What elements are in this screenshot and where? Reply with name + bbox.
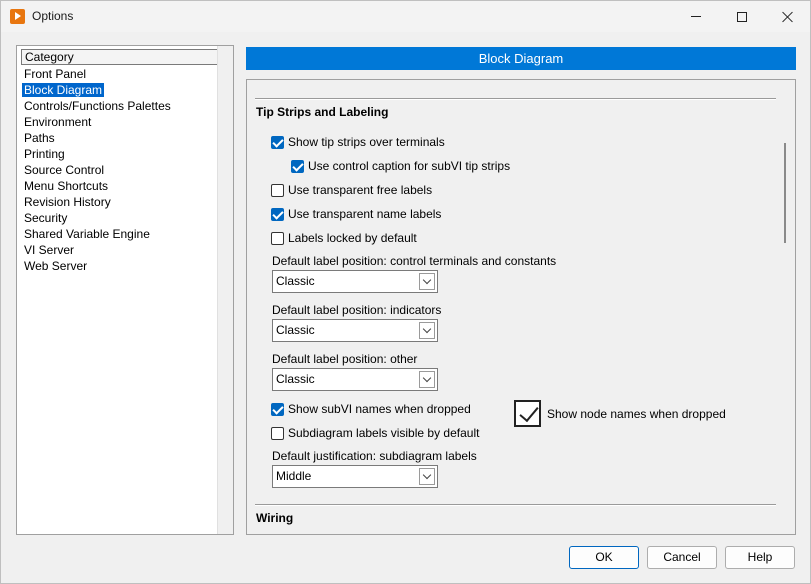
category-item[interactable]: Revision History — [21, 194, 218, 210]
other-position-select[interactable]: Classic — [272, 368, 438, 391]
settings-scrollbar-thumb[interactable] — [784, 143, 786, 243]
group-divider — [255, 504, 776, 506]
justification-value: Middle — [276, 469, 312, 483]
transparent-name-labels-label: Use transparent name labels — [288, 207, 442, 221]
category-item-label: Controls/Functions Palettes — [24, 99, 171, 113]
show-subvi-names-checkbox[interactable] — [271, 402, 284, 416]
category-item-label: Menu Shortcuts — [24, 179, 109, 193]
subdiagram-labels-visible-checkbox[interactable] — [271, 426, 284, 440]
cancel-button[interactable]: Cancel — [647, 546, 717, 569]
other-position-label: Default label position: other — [272, 352, 418, 366]
chevron-down-icon — [422, 373, 432, 383]
transparent-name-labels-option[interactable]: Use transparent name labels — [271, 206, 441, 222]
labels-locked-label: Labels locked by default — [288, 231, 417, 245]
group-title-tip-strips: Tip Strips and Labeling — [256, 105, 389, 119]
dropdown-button[interactable] — [419, 468, 435, 485]
category-item-label: Source Control — [24, 163, 105, 177]
settings-pane: Tip Strips and Labeling Show tip strips … — [246, 79, 796, 535]
justification-select[interactable]: Middle — [272, 465, 438, 488]
show-subvi-names-option[interactable]: Show subVI names when dropped — [271, 401, 471, 417]
transparent-free-labels-label: Use transparent free labels — [288, 183, 433, 197]
category-item-label: Printing — [24, 147, 65, 161]
show-node-names-option[interactable]: Show node names when dropped — [514, 400, 726, 427]
category-header: Category — [21, 49, 218, 65]
transparent-free-labels-option[interactable]: Use transparent free labels — [271, 182, 432, 198]
control-terminals-position-label: Default label position: control terminal… — [272, 254, 557, 268]
other-position-value: Classic — [276, 372, 315, 386]
category-item-label: Environment — [24, 115, 92, 129]
category-item[interactable]: Controls/Functions Palettes — [21, 98, 218, 114]
minimize-icon — [691, 16, 701, 17]
labview-app-icon — [10, 9, 25, 24]
category-item[interactable]: Front Panel — [21, 66, 218, 82]
category-item[interactable]: Menu Shortcuts — [21, 178, 218, 194]
category-item[interactable]: Security — [21, 210, 218, 226]
subdiagram-labels-visible-option[interactable]: Subdiagram labels visible by default — [271, 425, 479, 441]
transparent-name-labels-checkbox[interactable] — [271, 207, 284, 221]
minimize-button[interactable] — [673, 1, 719, 32]
category-item-label: Revision History — [24, 195, 111, 209]
category-item[interactable]: Environment — [21, 114, 218, 130]
options-window: Options Category Front Panel Block Diagra… — [0, 0, 811, 584]
control-terminals-position-select[interactable]: Classic — [272, 270, 438, 293]
help-button[interactable]: Help — [725, 546, 795, 569]
category-item-label: Paths — [24, 131, 55, 145]
maximize-icon — [737, 11, 747, 22]
category-item-label: Web Server — [24, 259, 88, 273]
show-node-names-label: Show node names when dropped — [547, 406, 726, 421]
ok-button[interactable]: OK — [569, 546, 639, 569]
group-divider — [255, 98, 776, 100]
category-item[interactable]: Source Control — [21, 162, 218, 178]
show-subvi-names-label: Show subVI names when dropped — [288, 402, 471, 416]
chevron-down-icon — [422, 275, 432, 285]
category-item[interactable]: Printing — [21, 146, 218, 162]
dropdown-button[interactable] — [419, 322, 435, 339]
category-list: Front Panel Block Diagram Controls/Functio… — [21, 66, 218, 274]
category-item-label: Block Diagram — [22, 83, 105, 97]
category-item[interactable]: Shared Variable Engine — [21, 226, 218, 242]
category-item[interactable]: Web Server — [21, 258, 218, 274]
labels-locked-option[interactable]: Labels locked by default — [271, 230, 417, 246]
chevron-down-icon — [422, 324, 432, 334]
show-tip-strips-checkbox[interactable] — [271, 135, 284, 149]
show-tip-strips-option[interactable]: Show tip strips over terminals — [271, 134, 445, 150]
category-item[interactable]: Block Diagram — [21, 82, 218, 98]
category-panel: Category Front Panel Block Diagram Control… — [16, 45, 234, 535]
labels-locked-checkbox[interactable] — [271, 231, 284, 245]
transparent-free-labels-checkbox[interactable] — [271, 183, 284, 197]
section-title: Block Diagram — [246, 47, 796, 70]
dropdown-button[interactable] — [419, 371, 435, 388]
category-scrollbar[interactable] — [217, 46, 233, 534]
indicators-position-select[interactable]: Classic — [272, 319, 438, 342]
show-node-names-checkbox[interactable] — [514, 400, 541, 427]
control-terminals-position-value: Classic — [276, 274, 315, 288]
category-item-label: Front Panel — [24, 67, 87, 81]
use-control-caption-option[interactable]: Use control caption for subVI tip strips — [291, 158, 510, 174]
category-item-label: Shared Variable Engine — [24, 227, 150, 241]
maximize-button[interactable] — [719, 1, 765, 32]
category-item[interactable]: Paths — [21, 130, 218, 146]
chevron-down-icon — [422, 470, 432, 480]
subdiagram-labels-visible-label: Subdiagram labels visible by default — [288, 426, 480, 440]
close-button[interactable] — [765, 1, 811, 32]
category-item[interactable]: VI Server — [21, 242, 218, 258]
window-title: Options — [32, 9, 74, 23]
use-control-caption-label: Use control caption for subVI tip strips — [308, 159, 511, 173]
indicators-position-value: Classic — [276, 323, 315, 337]
title-bar: Options — [1, 1, 810, 32]
close-icon — [782, 11, 794, 23]
category-item-label: VI Server — [24, 243, 75, 257]
justification-label: Default justification: subdiagram labels — [272, 449, 477, 463]
category-item-label: Security — [24, 211, 68, 225]
show-tip-strips-label: Show tip strips over terminals — [288, 135, 445, 149]
group-title-wiring: Wiring — [256, 511, 294, 525]
indicators-position-label: Default label position: indicators — [272, 303, 442, 317]
dropdown-button[interactable] — [419, 273, 435, 290]
use-control-caption-checkbox[interactable] — [291, 159, 304, 173]
